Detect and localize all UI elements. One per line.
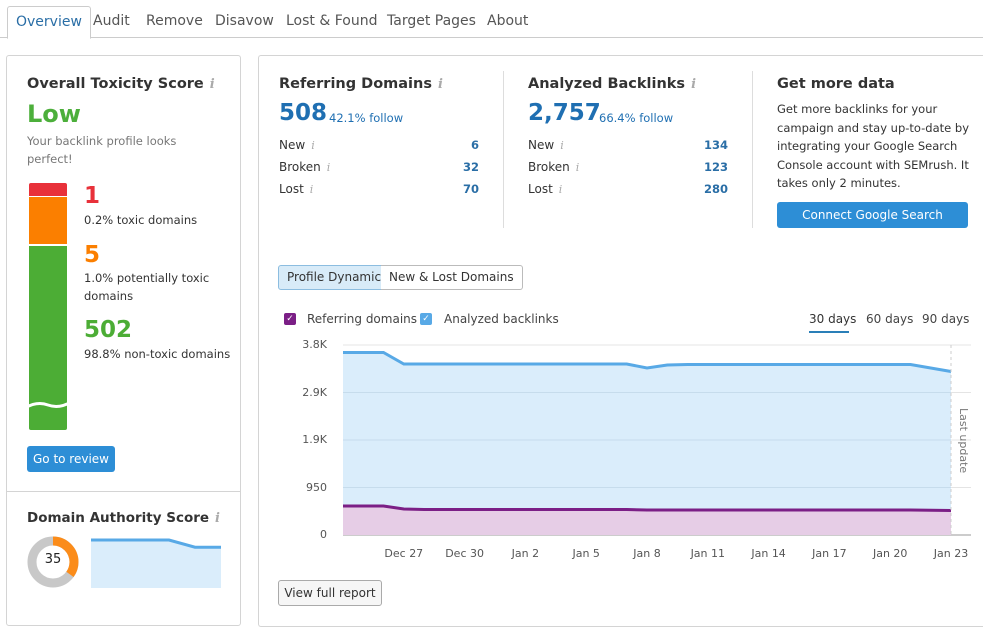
x-tick: Jan 11 [690, 547, 726, 560]
x-tick: Dec 30 [445, 547, 484, 560]
view-full-report-button[interactable]: View full report [278, 580, 382, 606]
profile-dynamic-chart [343, 344, 971, 536]
x-tick: Jan 23 [933, 547, 969, 560]
x-tick: Jan 20 [872, 547, 908, 560]
analyzed-backlinks-area [343, 352, 951, 535]
x-tick: Jan 5 [572, 547, 600, 560]
x-tick: Jan 17 [812, 547, 847, 560]
x-tick: Jan 2 [511, 547, 540, 560]
x-tick: Jan 8 [633, 547, 661, 560]
last-update-label: Last update [957, 408, 970, 474]
x-tick: Dec 27 [384, 547, 424, 560]
x-tick: Jan 14 [751, 547, 786, 560]
